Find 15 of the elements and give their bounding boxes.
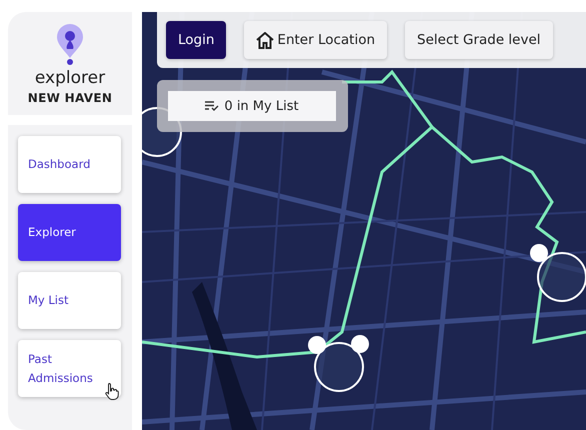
nav-item[interactable]: Explorer: [18, 204, 121, 261]
map-pin-logo-icon: [55, 22, 85, 66]
location-button[interactable]: Enter Location: [244, 21, 388, 59]
hand-cursor-icon: [105, 382, 119, 400]
nav-item[interactable]: Past Admissions: [18, 340, 121, 397]
nav-item[interactable]: My List: [18, 272, 121, 329]
login-button[interactable]: Login: [166, 21, 226, 59]
brand-name: explorer: [34, 68, 106, 88]
list-check-icon: [205, 101, 220, 111]
my-list-button[interactable]: 0 in My List: [168, 91, 336, 121]
house-icon: [256, 32, 274, 48]
nav-item[interactable]: Dashboard: [18, 136, 121, 193]
map-view[interactable]: Login Enter Location Select Grade level 0 in My List: [142, 12, 586, 430]
grade-level-button[interactable]: Select Grade level: [405, 21, 553, 59]
city-name: NEW HAVEN: [28, 91, 112, 105]
